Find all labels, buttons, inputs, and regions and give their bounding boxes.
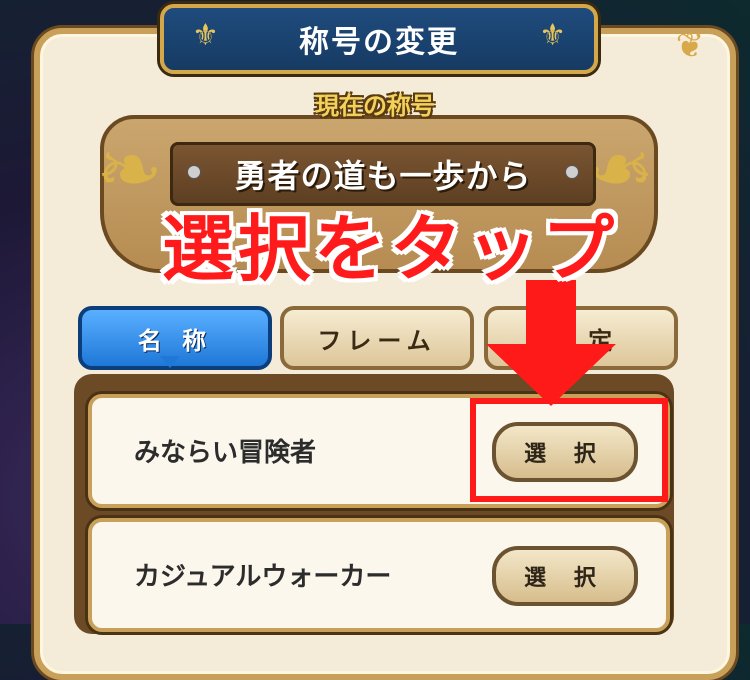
instruction-overlay: 選択をタップ [161,207,618,291]
corner-ornament-icon: ❦ [675,26,705,66]
bolt-icon [565,165,579,179]
fleur-de-lis-icon: ⚜ [539,18,566,53]
current-title-label: 現在の称号 [315,92,435,120]
list-item: カジュアルウォーカー 選 択 [88,518,670,632]
down-arrow-icon [486,280,616,406]
tab-pointer-icon [160,356,180,368]
bolt-icon [187,165,201,179]
fleur-de-lis-icon: ⚜ [192,18,219,53]
title-name: みならい冒険者 [134,438,317,468]
tab-frame[interactable]: フレーム [280,306,474,370]
select-button[interactable]: 選 択 [492,546,638,606]
title-name: カジュアルウォーカー [134,562,392,592]
header-banner: ⚜ 称号の変更 ⚜ [160,4,598,74]
highlight-box [470,398,668,502]
page-title: 称号の変更 [299,25,459,60]
